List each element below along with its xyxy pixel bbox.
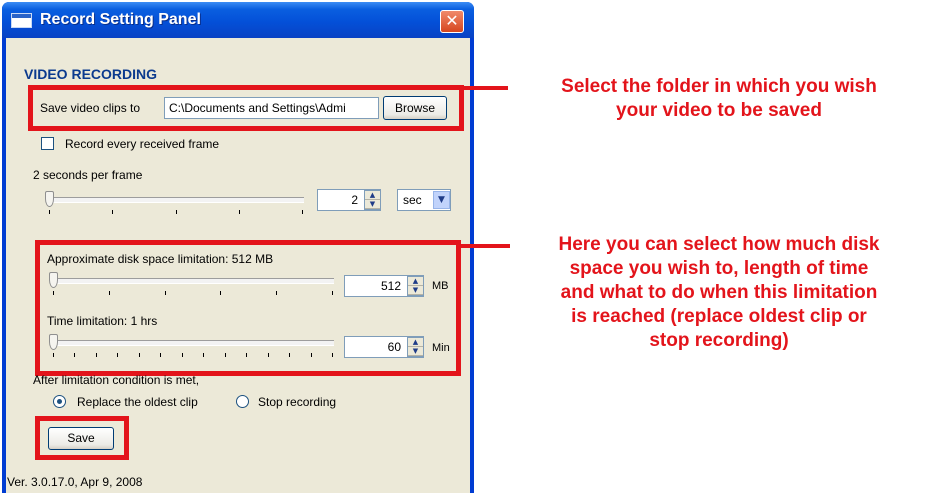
- slider-tick: [164, 291, 166, 295]
- disk-limit-spinner[interactable]: ▲ ▼: [407, 276, 424, 296]
- slider-tick: [112, 210, 114, 214]
- spin-down-icon[interactable]: ▼: [408, 347, 423, 356]
- slider-tick: [224, 353, 226, 357]
- frame-rate-label: 2 seconds per frame: [33, 168, 143, 182]
- window-icon: [11, 13, 32, 28]
- spin-down-icon[interactable]: ▼: [365, 200, 380, 209]
- slider-tick: [332, 291, 333, 295]
- disk-limit-slider-track: [50, 278, 334, 284]
- annotation-line: space you wish to, length of time: [569, 258, 869, 279]
- spin-up-icon[interactable]: ▲: [365, 191, 380, 200]
- spin-down-icon[interactable]: ▼: [408, 286, 423, 295]
- time-limit-label: Time limitation: 1 hrs: [47, 314, 158, 328]
- time-limit-unit: Min: [432, 342, 450, 354]
- annotation-line: Select the folder in which you wish: [561, 76, 877, 97]
- frame-rate-spinner[interactable]: ▲ ▼: [364, 190, 381, 210]
- slider-tick: [289, 353, 291, 357]
- spin-up-icon[interactable]: ▲: [408, 338, 423, 347]
- after-limit-label: After limitation condition is met,: [33, 373, 200, 387]
- chevron-down-icon[interactable]: ▼: [433, 191, 450, 209]
- disk-limit-slider[interactable]: [49, 272, 58, 288]
- browse-button[interactable]: Browse: [383, 96, 447, 120]
- disk-limit-label: Approximate disk space limitation: 512 M…: [47, 252, 274, 266]
- limits-annotation-pointer: [458, 244, 510, 248]
- window-title: Record Setting Panel: [40, 11, 201, 28]
- slider-tick: [53, 353, 54, 357]
- close-icon: ✕: [445, 11, 459, 30]
- slider-tick: [138, 353, 140, 357]
- slider-tick: [175, 210, 177, 214]
- time-limit-slider-track: [50, 340, 334, 346]
- annotation-line: stop recording): [649, 330, 789, 351]
- section-title: VIDEO RECORDING: [24, 66, 158, 82]
- annotation-line: Here you can select how much disk: [558, 234, 880, 255]
- slider-tick: [220, 291, 222, 295]
- stop-recording-label: Stop recording: [258, 395, 337, 409]
- limits-annotation: Here you can select how much disk space …: [506, 233, 932, 353]
- slider-tick: [267, 353, 269, 357]
- slider-tick: [276, 291, 278, 295]
- record-every-frame-label: Record every received frame: [65, 137, 220, 151]
- annotation-line: and what to do when this limitation: [560, 282, 878, 303]
- slider-tick: [160, 353, 162, 357]
- slider-tick: [238, 210, 240, 214]
- slider-tick: [108, 291, 110, 295]
- slider-tick: [49, 210, 50, 214]
- save-path-input[interactable]: C:\Documents and Settings\Admi: [164, 97, 379, 119]
- slider-tick: [117, 353, 119, 357]
- slider-tick: [310, 353, 312, 357]
- slider-tick: [95, 353, 97, 357]
- replace-oldest-label: Replace the oldest clip: [77, 395, 198, 409]
- record-setting-window: Record Setting Panel ✕ VIDEO RECORDING S…: [2, 2, 474, 493]
- title-bar[interactable]: Record Setting Panel ✕: [2, 2, 474, 38]
- frame-rate-slider-track: [46, 197, 304, 203]
- folder-annotation: Select the folder in which you wish your…: [506, 75, 932, 123]
- slider-tick: [74, 353, 76, 357]
- slider-tick: [246, 353, 248, 357]
- disk-limit-unit: MB: [432, 280, 449, 292]
- frame-rate-slider[interactable]: [45, 191, 54, 207]
- close-button[interactable]: ✕: [440, 10, 464, 33]
- save-button[interactable]: Save: [48, 427, 114, 450]
- replace-oldest-radio[interactable]: [53, 395, 66, 408]
- frame-rate-unit-value: sec: [403, 193, 422, 207]
- record-every-frame-checkbox[interactable]: [41, 137, 54, 150]
- panel-body: VIDEO RECORDING Save video clips to C:\D…: [6, 38, 470, 493]
- slider-tick: [53, 291, 54, 295]
- slider-tick: [203, 353, 205, 357]
- save-path-label: Save video clips to: [40, 101, 141, 115]
- spin-up-icon[interactable]: ▲: [408, 277, 423, 286]
- slider-tick: [302, 210, 303, 214]
- annotation-line: your video to be saved: [616, 100, 822, 121]
- time-limit-slider[interactable]: [49, 334, 58, 350]
- stop-recording-radio[interactable]: [236, 395, 249, 408]
- version-label: Ver. 3.0.17.0, Apr 9, 2008: [7, 475, 143, 489]
- annotation-line: is reached (replace oldest clip or: [571, 306, 867, 327]
- slider-tick: [181, 353, 183, 357]
- folder-annotation-pointer: [458, 86, 508, 90]
- slider-tick: [332, 353, 333, 357]
- time-limit-spinner[interactable]: ▲ ▼: [407, 337, 424, 357]
